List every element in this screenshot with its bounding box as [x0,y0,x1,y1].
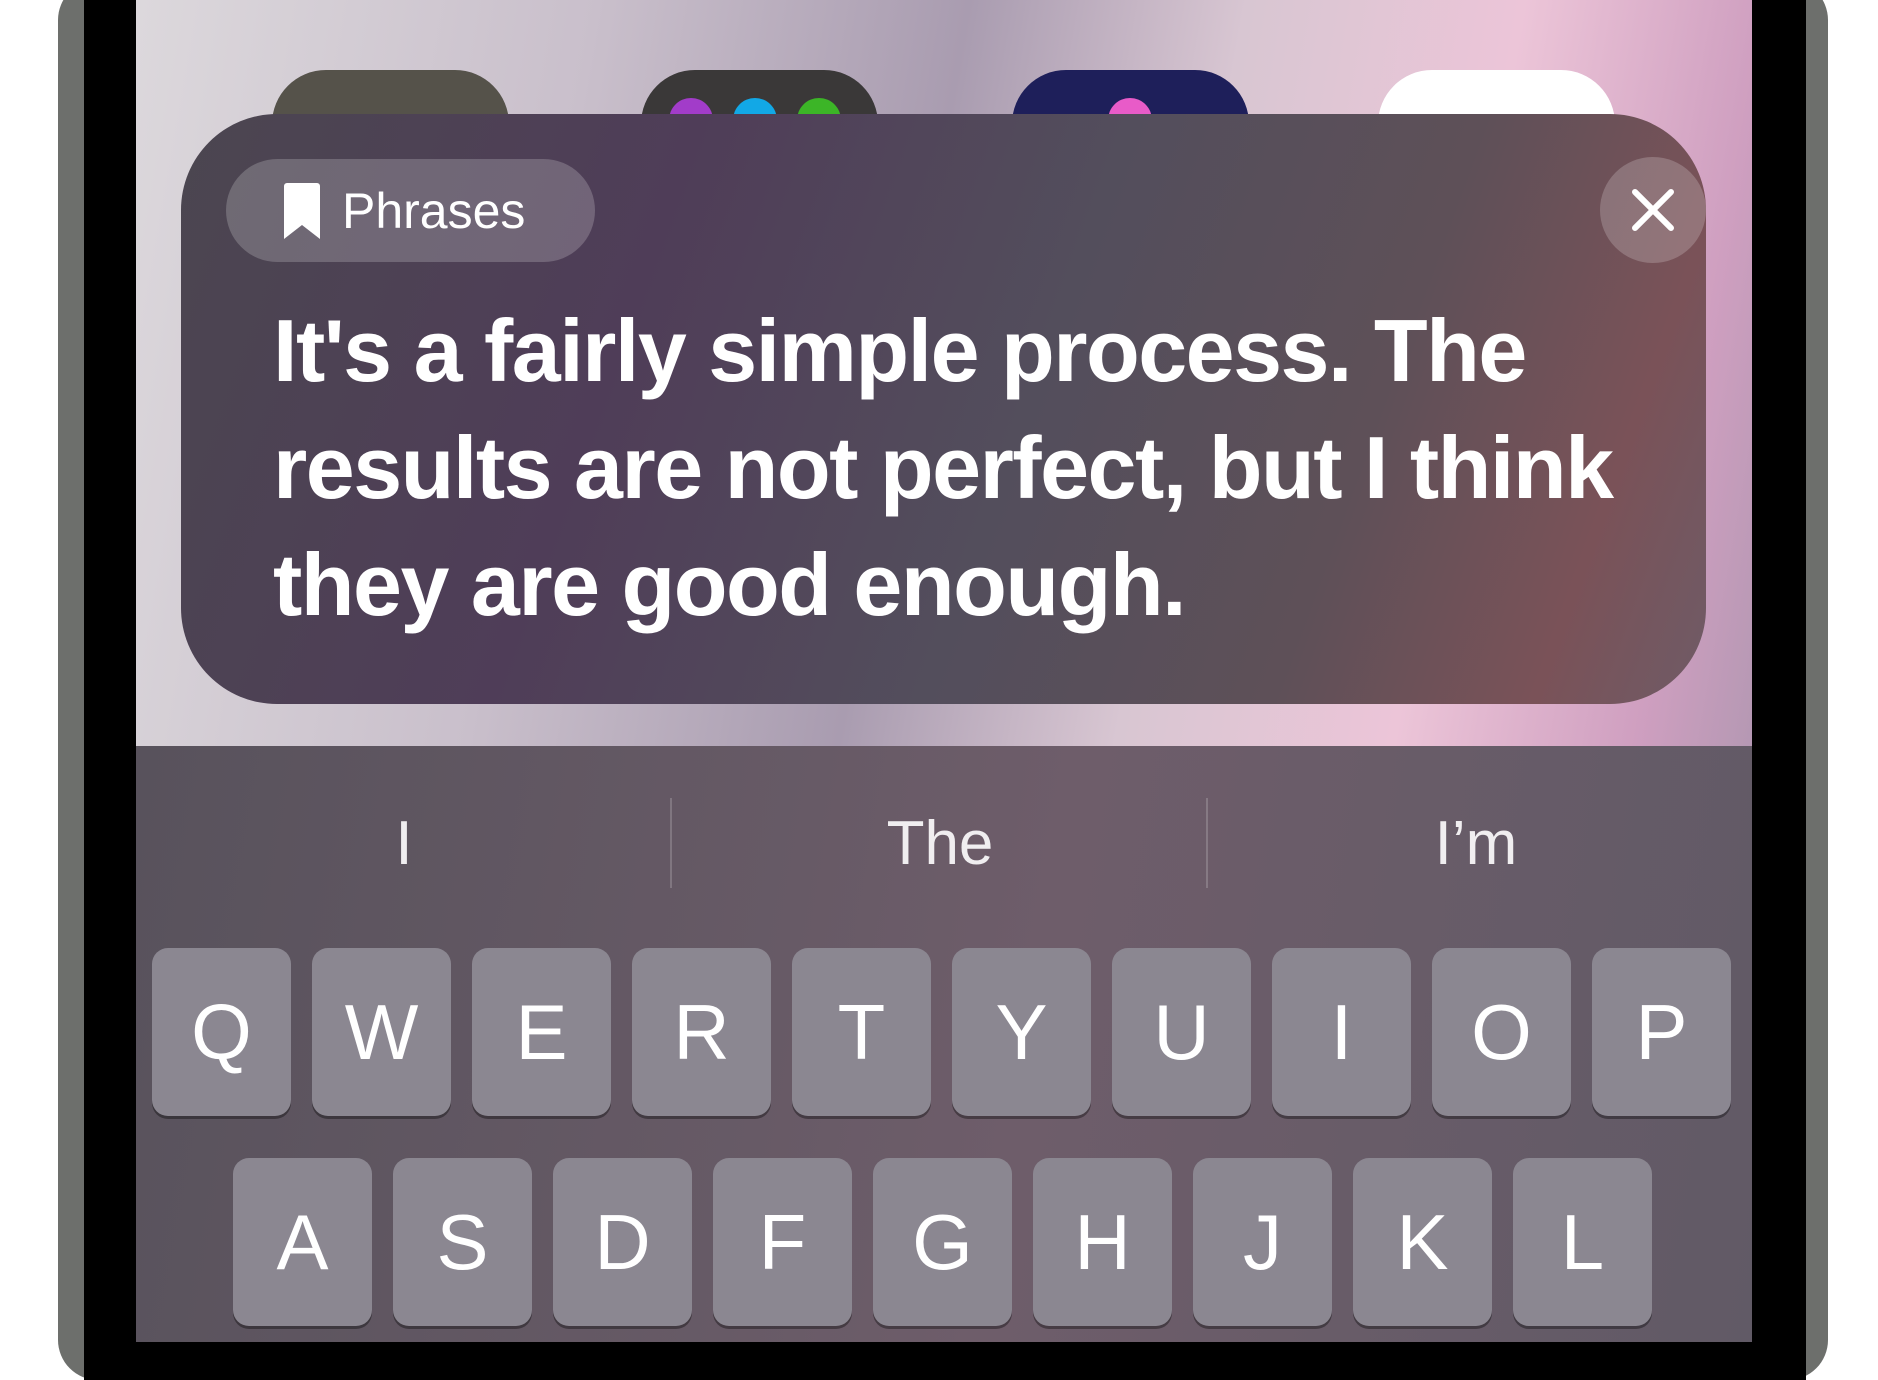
key-w[interactable]: W [312,948,451,1116]
key-d[interactable]: D [553,1158,692,1326]
phrase-card: Phrases It's a fairly simple process. Th… [181,114,1706,704]
keyboard: I The I’m QWERTYUIOPASDFGHJKL [136,746,1752,1342]
suggestion-2[interactable]: The [672,798,1208,888]
suggestion-3[interactable]: I’m [1208,798,1744,888]
key-o[interactable]: O [1432,948,1571,1116]
key-r[interactable]: R [632,948,771,1116]
bookmark-icon [284,182,320,239]
key-t[interactable]: T [792,948,931,1116]
key-i[interactable]: I [1272,948,1411,1116]
key-s[interactable]: S [393,1158,532,1326]
key-h[interactable]: H [1033,1158,1172,1326]
key-f[interactable]: F [713,1158,852,1326]
key-g[interactable]: G [873,1158,1012,1326]
key-q[interactable]: Q [152,948,291,1116]
key-j[interactable]: J [1193,1158,1332,1326]
key-y[interactable]: Y [952,948,1091,1116]
key-a[interactable]: A [233,1158,372,1326]
close-icon [1632,189,1674,231]
phrases-category-button[interactable]: Phrases [226,159,595,262]
key-u[interactable]: U [1112,948,1251,1116]
suggestion-1[interactable]: I [136,798,672,888]
key-p[interactable]: P [1592,948,1731,1116]
close-button[interactable] [1600,157,1706,263]
phrases-label: Phrases [342,182,526,239]
key-e[interactable]: E [472,948,611,1116]
phrase-text: It's a fairly simple process. The result… [273,301,1614,634]
phone-screen: Phrases It's a fairly simple process. Th… [136,0,1752,1342]
key-k[interactable]: K [1353,1158,1492,1326]
key-l[interactable]: L [1513,1158,1652,1326]
